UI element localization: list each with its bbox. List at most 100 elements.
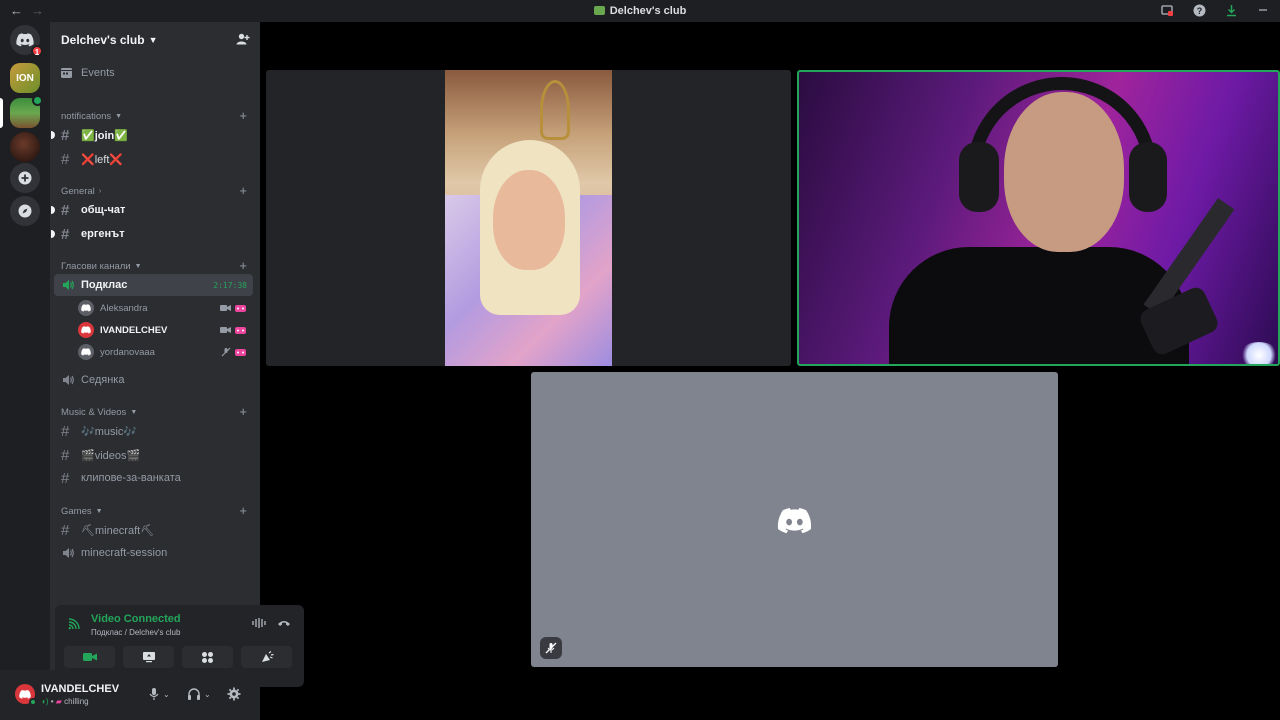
category-general[interactable]: General › + <box>61 183 251 198</box>
voice-channel-sedyanka[interactable]: Седянка <box>54 369 253 391</box>
home-button[interactable]: 1 <box>10 25 43 57</box>
server-icon-delchevs-club[interactable] <box>10 95 43 128</box>
mic-control[interactable]: ⌄ <box>148 687 170 701</box>
activities-button[interactable] <box>182 646 233 668</box>
create-channel-icon[interactable]: + <box>239 258 247 273</box>
channel-minecraft[interactable]: # ⛏minecraft⛏ <box>54 519 253 541</box>
gear-icon[interactable] <box>227 687 241 701</box>
video-camera-icon <box>220 327 231 333</box>
server-name: Delchev's club <box>61 33 145 47</box>
headphones-icon[interactable] <box>187 687 201 701</box>
voice-user-name: Aleksandra <box>100 302 148 314</box>
inbox-icon[interactable] <box>1160 3 1174 17</box>
activity-icon: ▰ <box>55 697 62 706</box>
discover-button[interactable] <box>10 196 40 226</box>
settings-button[interactable] <box>227 687 241 701</box>
soundboard-icon <box>261 650 274 662</box>
discord-logo-icon <box>16 33 34 47</box>
create-channel-icon[interactable]: + <box>239 183 247 198</box>
speaker-icon <box>61 373 79 387</box>
chevron-down-icon[interactable]: ⌄ <box>163 690 170 699</box>
headset-earcup <box>1129 142 1167 212</box>
voice-channel-podklas[interactable]: Подклас 2:17:38 <box>54 274 253 296</box>
screen-share-icon <box>142 652 155 663</box>
create-channel-icon[interactable]: + <box>239 108 247 123</box>
chevron-down-icon[interactable]: ⌄ <box>204 690 211 699</box>
channel-clips[interactable]: # клипове-за-ванката <box>54 467 253 489</box>
text-channel-icon: # <box>61 469 70 487</box>
chevron-down-icon: ▼ <box>115 113 123 120</box>
ring-light <box>1239 342 1278 364</box>
add-server-button[interactable] <box>10 163 40 193</box>
video-tile-ivandelchev[interactable] <box>797 70 1280 366</box>
voice-channel-minecraft-session[interactable]: minecraft-session <box>54 542 253 564</box>
server-icon-ion[interactable]: ION <box>10 63 40 93</box>
add-member-icon[interactable] <box>236 32 250 49</box>
avatar <box>78 300 94 316</box>
noise-suppression-icon[interactable] <box>252 617 266 629</box>
microphone-icon[interactable] <box>148 687 160 701</box>
soundboard-button[interactable] <box>241 646 292 668</box>
chevron-down-icon: ▼ <box>148 35 158 45</box>
server-icon-dark[interactable] <box>10 132 40 162</box>
shirt <box>889 247 1189 364</box>
voice-user-name: IVANDELCHEV <box>100 324 168 336</box>
mirror-frame <box>540 80 570 140</box>
activities-icon <box>202 651 213 663</box>
disconnect-icon[interactable] <box>277 617 291 629</box>
download-icon[interactable] <box>1224 3 1238 17</box>
text-channel-icon: # <box>61 201 70 219</box>
channel-left[interactable]: # ❌left❌ <box>54 148 253 170</box>
muted-mic-icon <box>221 347 231 357</box>
category-notifications[interactable]: notifications ▼ + <box>61 108 251 123</box>
category-music-videos[interactable]: Music & Videos ▼ + <box>61 404 251 419</box>
title-bar: ← → Delchev's club ? <box>0 0 1280 22</box>
discord-logo-icon <box>777 508 812 534</box>
minimize-icon[interactable] <box>1256 3 1270 17</box>
activity-icon <box>235 348 246 356</box>
channel-videos[interactable]: # 🎬videos🎬 <box>54 444 253 466</box>
connection-location[interactable]: Подклас / Delchev's club <box>91 628 180 637</box>
compass-icon <box>18 204 32 218</box>
category-games[interactable]: Games ▼ + <box>61 503 251 518</box>
camera-button[interactable] <box>64 646 115 668</box>
svg-text:?: ? <box>1196 6 1202 16</box>
video-tile-yordanovaaa[interactable] <box>531 372 1058 667</box>
avatar <box>78 322 94 338</box>
notification-badge: 1 <box>31 45 43 57</box>
voice-user[interactable]: Aleksandra <box>78 298 250 318</box>
face <box>493 170 565 270</box>
server-header[interactable]: Delchev's club ▼ <box>50 22 260 58</box>
connection-status[interactable]: Video Connected <box>91 613 181 625</box>
avatar <box>78 344 94 360</box>
activity-icon <box>235 304 246 312</box>
user-custom-status: ◖) • ▰ chilling <box>41 697 89 706</box>
unread-indicator <box>51 131 55 139</box>
create-channel-icon[interactable]: + <box>239 404 247 419</box>
headset-control[interactable]: ⌄ <box>187 687 211 701</box>
screen-share-button[interactable] <box>123 646 174 668</box>
user-name[interactable]: IVANDELCHEV <box>41 683 119 695</box>
video-camera-icon <box>220 305 231 311</box>
channel-chat[interactable]: # общ-чат <box>51 199 253 221</box>
video-tile-aleksandra[interactable] <box>266 70 791 366</box>
voice-user[interactable]: yordanovaaa <box>78 342 250 362</box>
channel-join[interactable]: # ✅join✅ <box>51 124 253 146</box>
voice-user[interactable]: IVANDELCHEV <box>78 320 250 340</box>
unread-indicator <box>51 230 55 238</box>
text-channel-icon: # <box>61 126 70 144</box>
chevron-down-icon: ▼ <box>130 409 138 416</box>
headset-earcup <box>959 142 999 212</box>
user-avatar[interactable] <box>15 684 37 706</box>
live-indicator <box>32 95 43 106</box>
speaker-icon <box>61 278 79 292</box>
unread-indicator <box>51 206 55 214</box>
channel-music[interactable]: # 🎶music🎶 <box>54 420 253 442</box>
title-bar-actions: ? <box>1160 3 1270 17</box>
signal-icon <box>68 618 80 630</box>
channel-ergenat[interactable]: # ергенът <box>51 223 253 245</box>
category-voice[interactable]: Гласови канали ▼ + <box>61 258 251 273</box>
create-channel-icon[interactable]: + <box>239 503 247 518</box>
help-icon[interactable]: ? <box>1192 3 1206 17</box>
events-item[interactable]: Events <box>60 66 115 79</box>
